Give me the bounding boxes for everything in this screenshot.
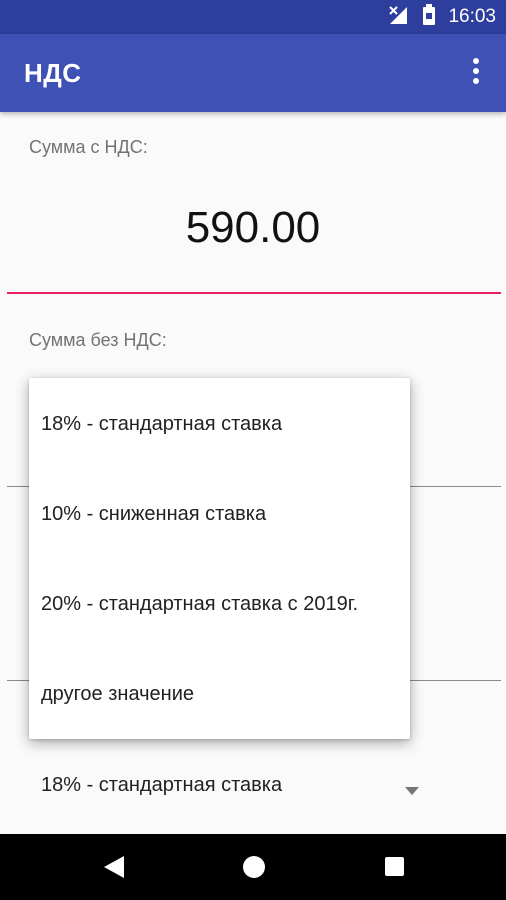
dropdown-option-other[interactable]: другое значение	[29, 649, 410, 739]
back-icon[interactable]	[104, 856, 124, 883]
overflow-menu-button[interactable]	[462, 57, 490, 89]
amount-with-vat-label: Сумма с НДС:	[29, 137, 148, 157]
signal-icon	[388, 5, 408, 30]
status-time: 16:03	[448, 6, 496, 27]
app-bar: НДС	[0, 34, 506, 112]
home-icon[interactable]	[243, 856, 265, 878]
amount-with-vat-underline	[7, 292, 501, 294]
recents-icon[interactable]	[385, 857, 404, 876]
amount-without-vat-label: Сумма без НДС:	[29, 330, 167, 350]
more-vert-icon	[472, 57, 480, 89]
vat-rate-dropdown: 18% - стандартная ставка 10% - сниженная…	[29, 378, 410, 739]
status-bar: 16:03	[0, 0, 506, 34]
vat-rate-spinner[interactable]: 18% - стандартная ставка	[41, 774, 282, 797]
dropdown-option-18[interactable]: 18% - стандартная ставка	[29, 379, 410, 469]
dropdown-option-20[interactable]: 20% - стандартная ставка с 2019г.	[29, 559, 410, 649]
dropdown-option-10[interactable]: 10% - сниженная ставка	[29, 469, 410, 559]
navigation-bar	[0, 834, 506, 900]
dropdown-arrow-icon[interactable]	[405, 782, 419, 800]
battery-icon	[422, 3, 436, 31]
app-title: НДС	[24, 58, 82, 88]
amount-with-vat-input[interactable]: 590.00	[0, 203, 506, 253]
